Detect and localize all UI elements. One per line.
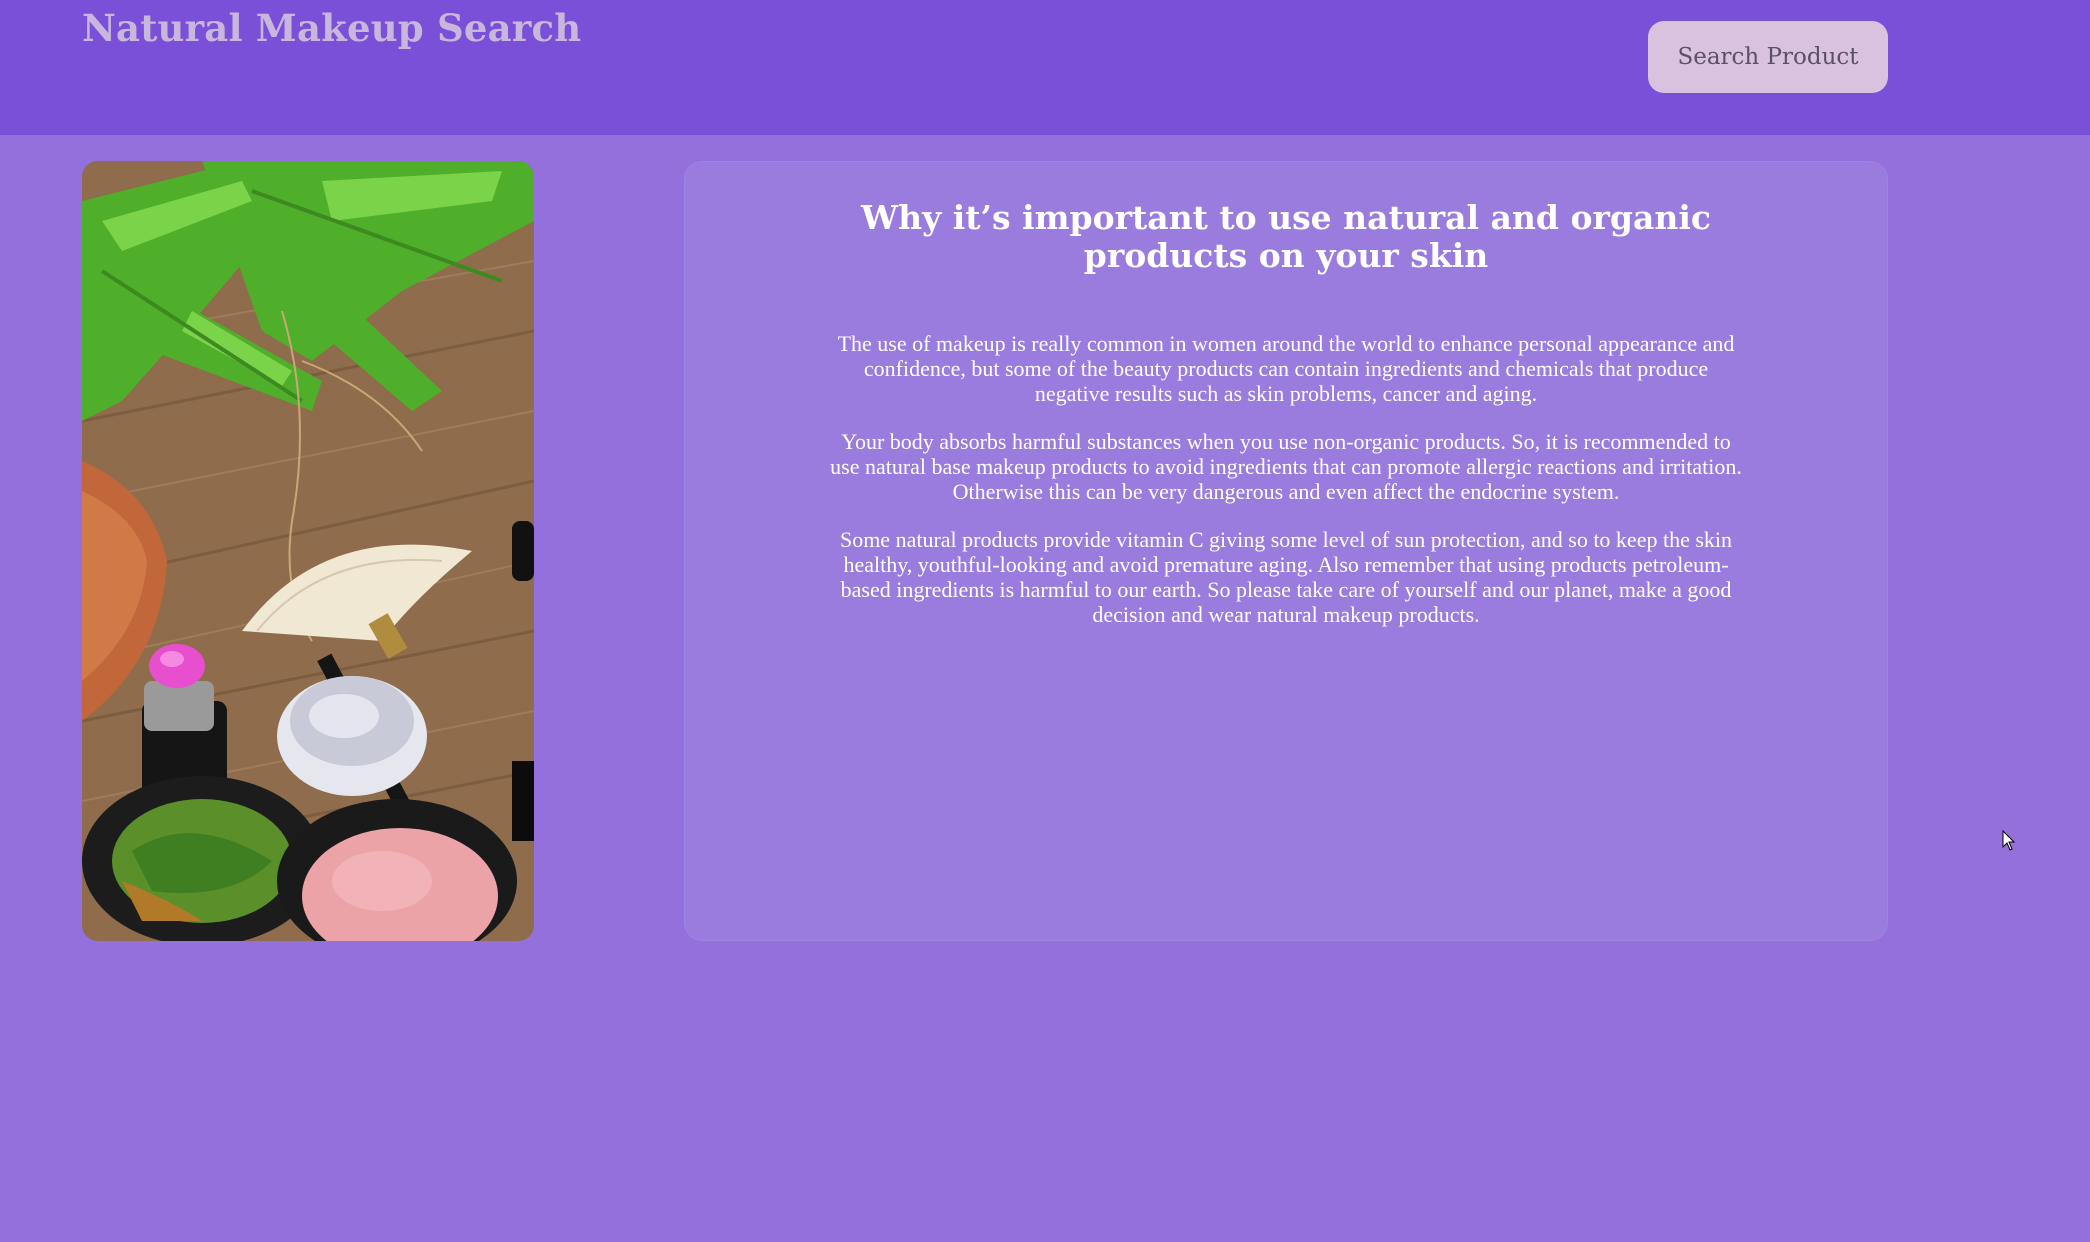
header-bar: Natural Makeup Search Search Product bbox=[0, 0, 2090, 135]
article-heading-line-2: products on your skin bbox=[1083, 236, 1489, 275]
article-card: Why it’s important to use natural and or… bbox=[684, 161, 1888, 941]
article-paragraph: Some natural products provide vitamin C … bbox=[839, 527, 1733, 627]
mouse-pointer-icon bbox=[2002, 830, 2016, 851]
site-title[interactable]: Natural Makeup Search bbox=[82, 6, 581, 50]
search-product-button[interactable]: Search Product bbox=[1648, 21, 1888, 93]
article-paragraph: The use of makeup is really common in wo… bbox=[837, 331, 1735, 406]
article-body: The use of makeup is really common in wo… bbox=[824, 331, 1748, 650]
article-heading: Why it’s important to use natural and or… bbox=[684, 199, 1888, 275]
hero-image bbox=[82, 161, 534, 941]
article-heading-line-1: Why it’s important to use natural and or… bbox=[861, 198, 1711, 237]
article-paragraph: Your body absorbs harmful substances whe… bbox=[830, 429, 1742, 504]
